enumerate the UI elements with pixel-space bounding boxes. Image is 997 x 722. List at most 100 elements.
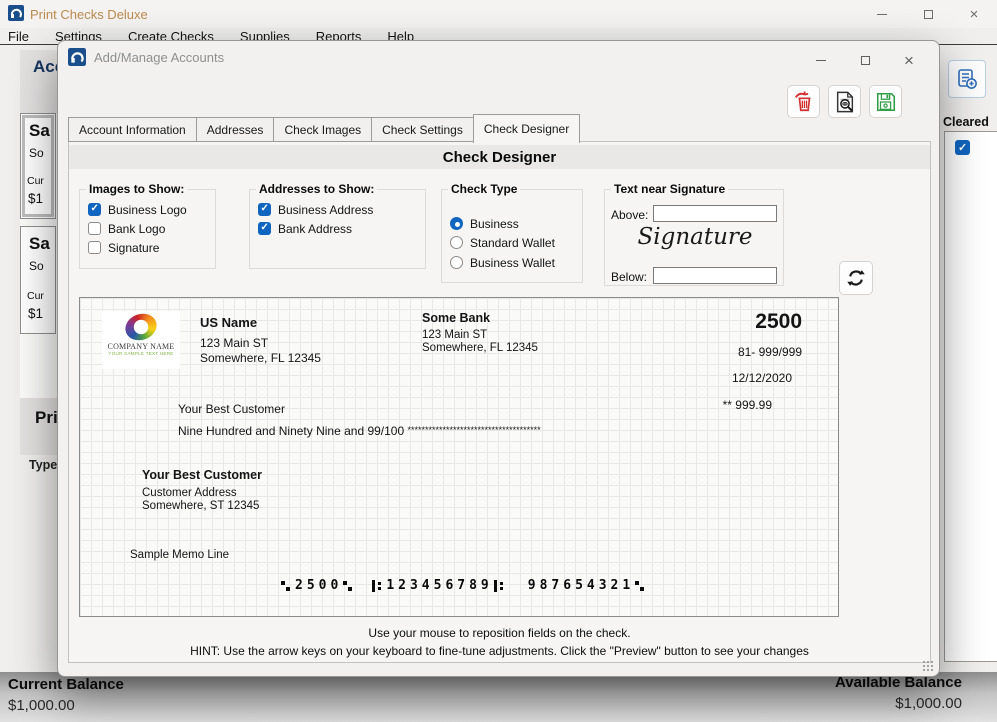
- tab-check-images[interactable]: Check Images: [273, 117, 371, 142]
- delete-account-button[interactable]: [787, 85, 820, 118]
- check-number-field[interactable]: 2500: [640, 310, 802, 334]
- bank-address2-field[interactable]: Somewhere, FL 12345: [422, 342, 538, 354]
- option-label: Bank Logo: [108, 222, 165, 236]
- cleared-checkbox[interactable]: [955, 140, 970, 155]
- date-field[interactable]: 12/12/2020: [640, 371, 792, 385]
- checkbox-icon[interactable]: [258, 222, 271, 235]
- dialog-title: Add/Manage Accounts: [94, 50, 224, 65]
- dialog-maximize-button[interactable]: [843, 45, 887, 75]
- option-signature[interactable]: Signature: [88, 240, 159, 255]
- account-card-selected[interactable]: Sa So Cur $1: [20, 113, 56, 219]
- radio-standard-wallet[interactable]: Standard Wallet: [450, 235, 555, 250]
- hint-line-1: Use your mouse to reposition fields on t…: [69, 626, 930, 640]
- option-business-address[interactable]: Business Address: [258, 202, 373, 217]
- amount-words-field[interactable]: Nine Hundred and Ninety Nine and 99/100 …: [178, 424, 541, 438]
- bank-address1-field[interactable]: 123 Main ST: [422, 329, 487, 341]
- micr-amount: 2500: [295, 578, 342, 593]
- radio-icon[interactable]: [450, 256, 463, 269]
- trash-icon: [793, 91, 815, 113]
- below-text-input[interactable]: [653, 267, 777, 284]
- payer-name-field[interactable]: US Name: [200, 315, 257, 330]
- maximize-button[interactable]: [905, 0, 951, 28]
- option-label: Business: [470, 217, 519, 231]
- option-label: Standard Wallet: [470, 236, 555, 250]
- account-sub: So: [29, 146, 44, 160]
- checkbox-icon[interactable]: [258, 203, 271, 216]
- close-button[interactable]: ×: [951, 0, 997, 28]
- minimize-button[interactable]: [859, 0, 905, 28]
- current-balance-label: Current Balance: [8, 676, 124, 693]
- group-label: Addresses to Show:: [256, 182, 377, 196]
- panel-header: Check Designer: [69, 145, 930, 169]
- add-document-icon: [955, 67, 979, 91]
- amount-words-fill: **************************************: [408, 425, 541, 435]
- dialog-icon: [68, 48, 86, 66]
- tab-account-information[interactable]: Account Information: [68, 117, 196, 142]
- radio-business[interactable]: Business: [450, 216, 519, 231]
- checkbox-icon[interactable]: [88, 241, 101, 254]
- menu-file[interactable]: File: [0, 29, 42, 44]
- save-button[interactable]: [869, 85, 902, 118]
- resize-grip[interactable]: [922, 660, 934, 672]
- accounts-heading: Acc: [33, 57, 57, 77]
- account-balance-value: $1: [28, 191, 43, 206]
- minimize-icon: [877, 14, 887, 15]
- amount-numeric-field[interactable]: ** 999.99: [620, 398, 772, 412]
- option-label: Signature: [108, 241, 159, 255]
- minimize-icon: [816, 60, 826, 61]
- checkbox-icon[interactable]: [88, 203, 101, 216]
- option-label: Business Wallet: [470, 256, 555, 270]
- tab-check-designer[interactable]: Check Designer: [473, 114, 580, 143]
- payee-field[interactable]: Your Best Customer: [178, 402, 285, 416]
- account-card[interactable]: Sa So Cur $1: [20, 226, 56, 334]
- above-text-input[interactable]: [653, 205, 777, 222]
- group-label: Images to Show:: [86, 182, 187, 196]
- micr-transit-icon: [372, 580, 381, 592]
- bank-name-field[interactable]: Some Bank: [422, 311, 490, 325]
- dialog-minimize-button[interactable]: [799, 45, 843, 75]
- memo-field[interactable]: Sample Memo Line: [130, 549, 229, 561]
- available-balance-value: $1,000.00: [895, 695, 962, 712]
- fraction-field[interactable]: 81- 999/999: [640, 345, 802, 359]
- radio-icon[interactable]: [450, 236, 463, 249]
- dialog-tabs: Account Information Addresses Check Imag…: [68, 113, 580, 142]
- micr-onus-icon: [343, 580, 352, 592]
- dialog-close-button[interactable]: ×: [887, 45, 931, 75]
- signature-script-text: Signature: [605, 224, 785, 250]
- option-business-logo[interactable]: Business Logo: [88, 202, 187, 217]
- text-near-signature-group: Text near Signature Above: Signature Bel…: [604, 189, 784, 286]
- check-preview: COMPANY NAME YOUR SAMPLE TEXT HERE US Na…: [79, 297, 839, 617]
- tab-check-settings[interactable]: Check Settings: [371, 117, 473, 142]
- customer-name-field[interactable]: Your Best Customer: [142, 468, 262, 482]
- logo-tagline: YOUR SAMPLE TEXT HERE: [102, 351, 180, 356]
- micr-line-field[interactable]: 2500 123456789 987654321: [280, 578, 649, 593]
- app-icon: [8, 5, 24, 21]
- checkbox-icon[interactable]: [88, 222, 101, 235]
- amount-words-text: Nine Hundred and Ninety Nine and 99/100: [178, 424, 404, 438]
- refresh-button[interactable]: [839, 261, 873, 295]
- cleared-column-header: Cleared: [943, 115, 989, 129]
- add-manage-accounts-dialog: Add/Manage Accounts ×: [57, 40, 940, 677]
- radio-business-wallet[interactable]: Business Wallet: [450, 255, 555, 270]
- option-bank-address[interactable]: Bank Address: [258, 221, 352, 236]
- group-label: Check Type: [448, 182, 520, 196]
- logo-company-name: COMPANY NAME: [102, 342, 180, 351]
- preview-button[interactable]: [828, 85, 861, 118]
- maximize-icon: [861, 56, 870, 65]
- cleared-cell: [944, 131, 997, 662]
- add-account-button[interactable]: [948, 60, 986, 98]
- main-window-controls: ×: [859, 0, 997, 28]
- radio-icon[interactable]: [450, 217, 463, 230]
- payer-address2-field[interactable]: Somewhere, FL 12345: [200, 351, 321, 365]
- payer-address1-field[interactable]: 123 Main ST: [200, 336, 268, 350]
- account-name: Sa: [29, 234, 50, 254]
- option-bank-logo[interactable]: Bank Logo: [88, 221, 165, 236]
- customer-address1-field[interactable]: Customer Address: [142, 487, 237, 499]
- customer-address2-field[interactable]: Somewhere, ST 12345: [142, 500, 259, 512]
- main-titlebar: Print Checks Deluxe ×: [0, 0, 997, 28]
- business-logo-field[interactable]: COMPANY NAME YOUR SAMPLE TEXT HERE: [102, 311, 180, 369]
- maximize-icon: [924, 10, 933, 19]
- micr-onus-icon: [281, 580, 290, 592]
- tab-addresses[interactable]: Addresses: [196, 117, 274, 142]
- preview-document-icon: [834, 91, 856, 113]
